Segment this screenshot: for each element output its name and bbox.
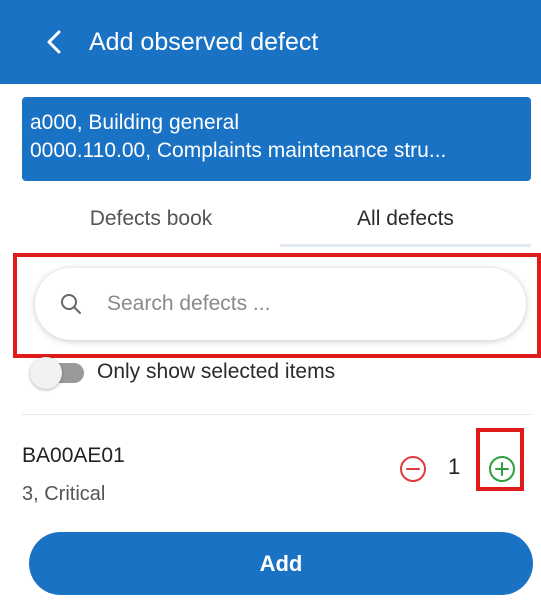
divider <box>22 414 531 415</box>
toggle-knob <box>30 357 62 389</box>
context-location: a000, Building general <box>30 111 239 134</box>
only-selected-label: Only show selected items <box>97 360 336 383</box>
defect-tabs: Defects book All defects <box>22 192 531 248</box>
search-field[interactable] <box>35 268 526 340</box>
chevron-left-icon <box>47 30 61 54</box>
back-button[interactable] <box>36 24 72 60</box>
search-input[interactable] <box>107 292 467 316</box>
selected-filter-row: Only show selected items <box>22 356 531 390</box>
active-tab-indicator <box>280 244 531 247</box>
tab-all-defects[interactable]: All defects <box>280 192 531 246</box>
minus-circle-icon[interactable] <box>398 454 428 484</box>
defect-code: BA00AE01 <box>22 444 125 467</box>
app-header: Add observed defect <box>0 0 541 84</box>
plus-circle-icon[interactable] <box>487 454 517 484</box>
search-icon <box>61 294 81 314</box>
quantity-value: 1 <box>448 454 461 479</box>
add-button[interactable]: Add <box>29 532 533 595</box>
location-context-card: a000, Building general 0000.110.00, Comp… <box>22 97 531 181</box>
context-category: 0000.110.00, Complaints maintenance stru… <box>30 139 447 162</box>
defect-severity: 3, Critical <box>22 483 106 505</box>
page-title: Add observed defect <box>89 28 319 56</box>
list-item: BA00AE01 3, Critical 1 <box>22 428 531 515</box>
only-selected-toggle[interactable] <box>30 357 84 389</box>
tab-defects-book[interactable]: Defects book <box>22 192 280 246</box>
